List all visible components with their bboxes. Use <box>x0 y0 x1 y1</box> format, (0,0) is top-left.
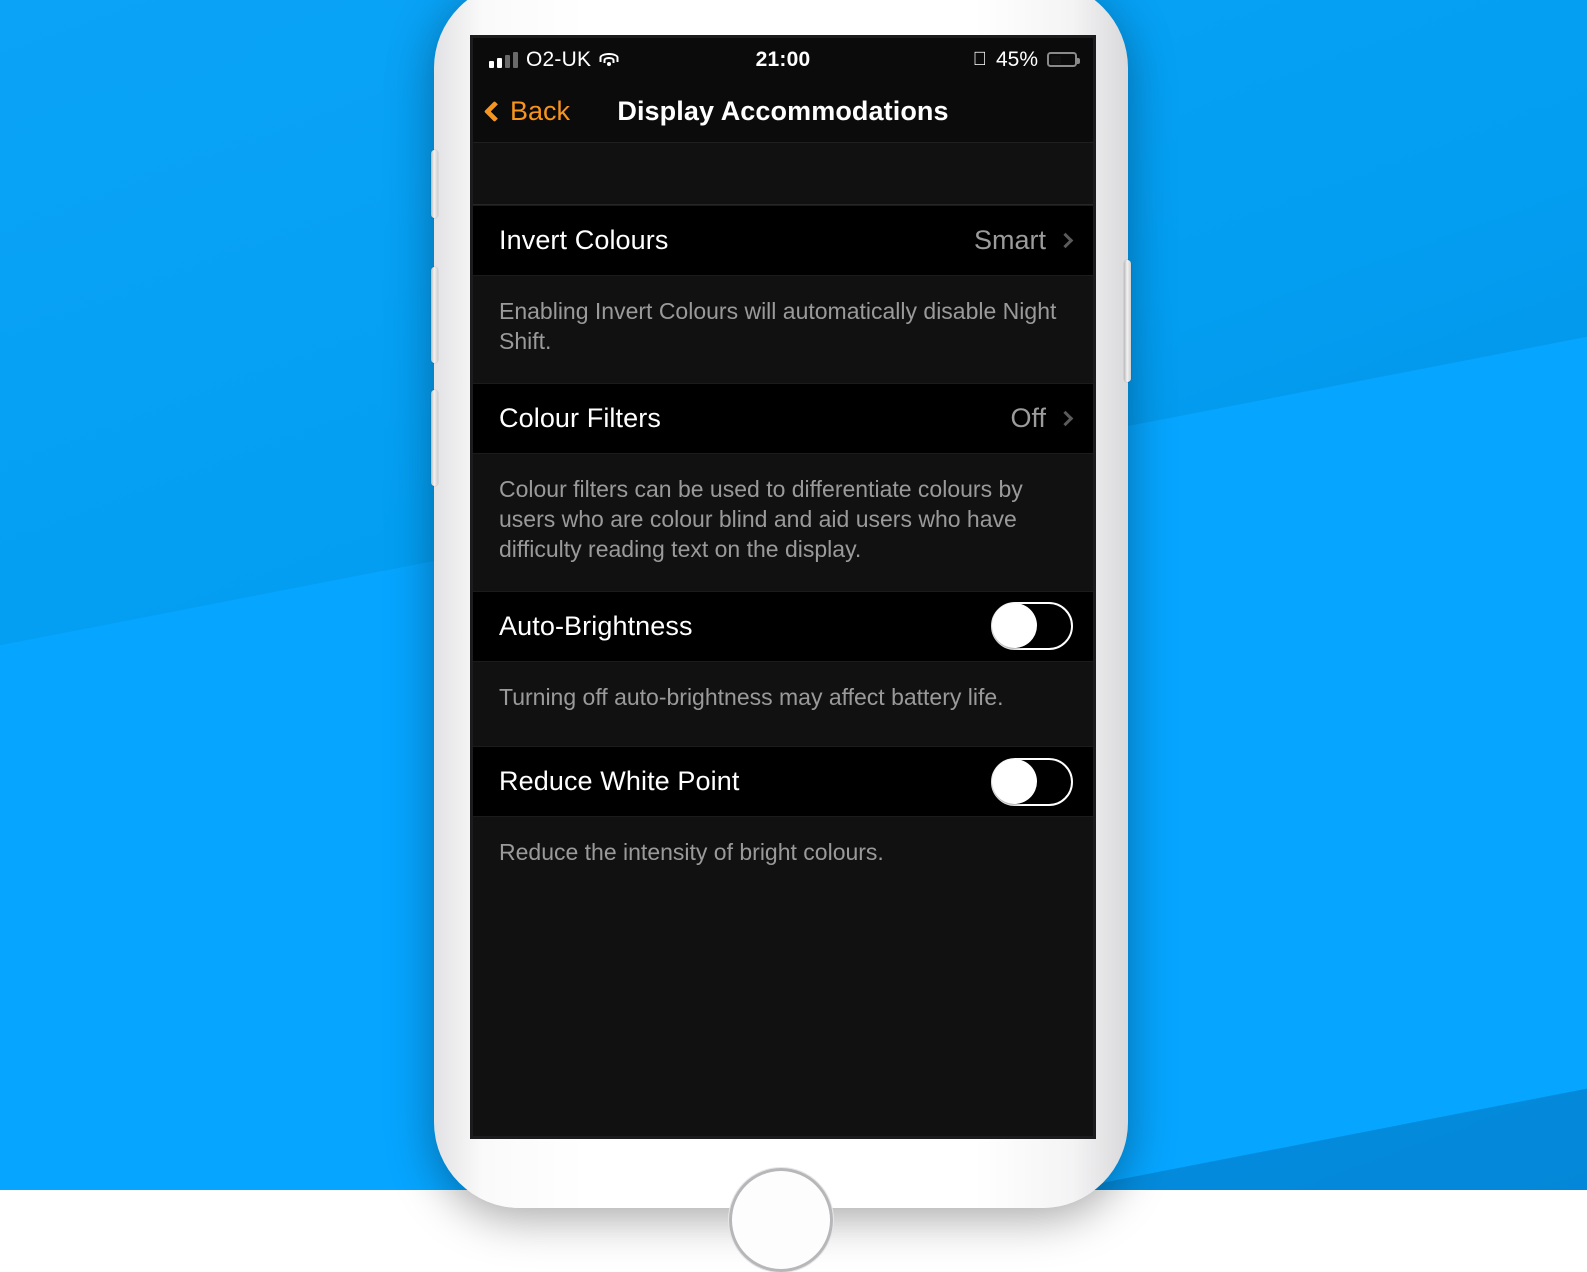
back-button-label: Back <box>510 96 570 127</box>
row-value: Smart <box>974 225 1046 256</box>
wifi-icon <box>599 52 619 68</box>
chevron-left-icon <box>484 101 505 122</box>
row-accessory: Off <box>1010 403 1075 434</box>
status-bar-left: O2-UK <box>489 48 619 72</box>
auto-brightness-toggle[interactable] <box>991 602 1073 650</box>
mute-switch[interactable] <box>431 150 438 218</box>
footer-reduce-white-point: Reduce the intensity of bright colours. <box>473 817 1093 893</box>
row-value: Off <box>1010 403 1046 434</box>
row-label: Reduce White Point <box>499 766 739 797</box>
settings-row-colour-filters[interactable]: Colour Filters Off <box>473 383 1093 454</box>
chevron-right-icon <box>1058 233 1074 249</box>
footer-colour-filters: Colour filters can be used to differenti… <box>473 454 1093 591</box>
status-bar-right:  45% <box>973 48 1077 72</box>
battery-percentage-label: 45% <box>996 48 1038 72</box>
settings-row-reduce-white-point[interactable]: Reduce White Point <box>473 746 1093 817</box>
iphone-device-frame: O2-UK 21:00  45% Back Display Accommoda… <box>434 0 1128 1208</box>
back-button[interactable]: Back <box>473 96 570 127</box>
row-label: Auto-Brightness <box>499 611 693 642</box>
row-label: Invert Colours <box>499 225 668 256</box>
row-accessory: Smart <box>974 225 1075 256</box>
toggle-knob <box>992 759 1037 804</box>
home-button[interactable] <box>729 1168 833 1272</box>
toggle-knob <box>992 603 1037 648</box>
volume-down-button[interactable] <box>431 390 438 486</box>
footer-invert-colours: Enabling Invert Colours will automatical… <box>473 276 1093 383</box>
settings-table: Invert Colours Smart Enabling Invert Col… <box>473 143 1093 1136</box>
table-top-spacer <box>473 143 1093 205</box>
navigation-bar: Back Display Accommodations <box>473 81 1093 143</box>
row-label: Colour Filters <box>499 403 661 434</box>
footer-auto-brightness: Turning off auto-brightness may affect b… <box>473 662 1093 746</box>
status-bar: O2-UK 21:00  45% <box>473 38 1093 81</box>
power-button[interactable] <box>1124 260 1131 382</box>
chevron-right-icon <box>1058 410 1074 426</box>
bluetooth-icon:  <box>973 50 987 69</box>
battery-icon <box>1047 52 1077 67</box>
cellular-signal-icon <box>489 52 518 68</box>
carrier-label: O2-UK <box>526 48 591 72</box>
settings-row-invert-colours[interactable]: Invert Colours Smart <box>473 205 1093 276</box>
volume-up-button[interactable] <box>431 267 438 363</box>
settings-row-auto-brightness[interactable]: Auto-Brightness <box>473 591 1093 662</box>
row-accessory <box>991 602 1075 650</box>
row-accessory <box>991 758 1075 806</box>
phone-screen: O2-UK 21:00  45% Back Display Accommoda… <box>473 38 1093 1136</box>
reduce-white-point-toggle[interactable] <box>991 758 1073 806</box>
